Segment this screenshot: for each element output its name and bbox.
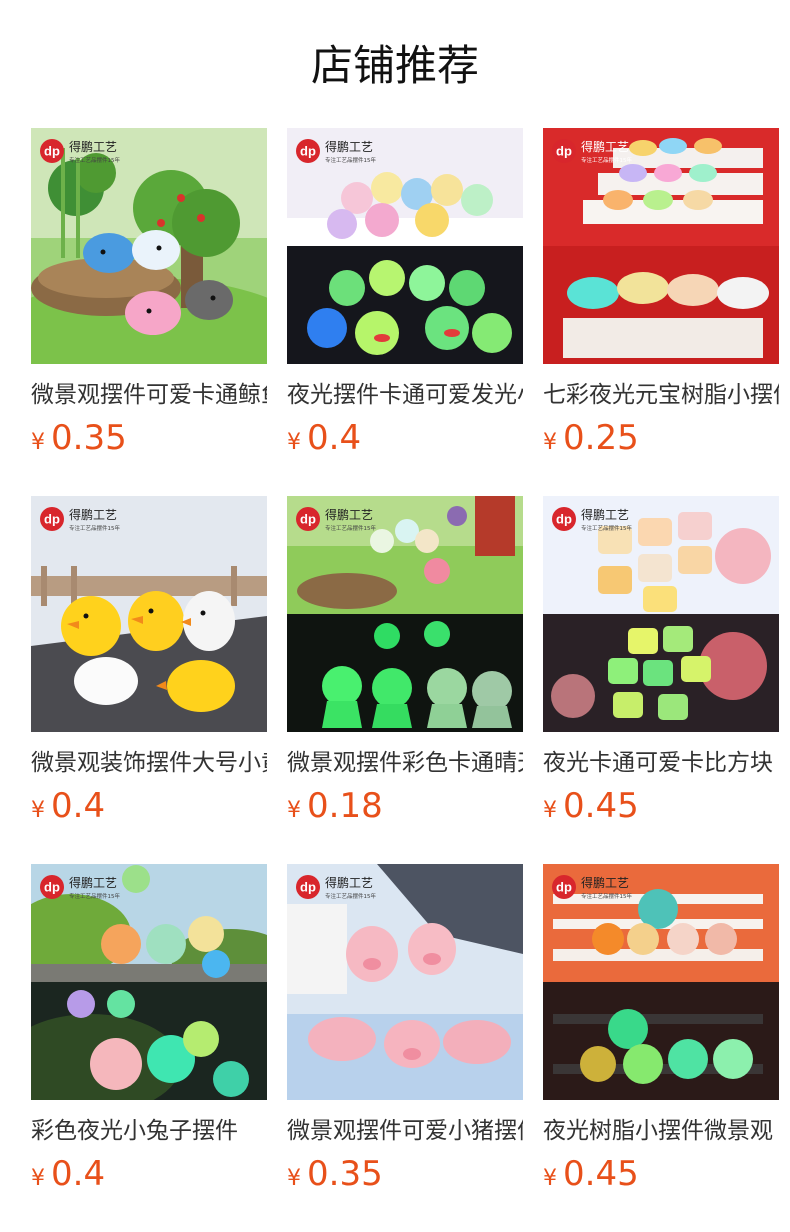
product-name[interactable]: 夜光卡通可爱卡比方块	[543, 748, 779, 778]
svg-text:dp: dp	[556, 512, 572, 527]
product-image[interactable]: dp 得鹏工艺 专注工艺品摆件15年	[287, 864, 523, 1100]
svg-text:专注工艺品摆件15年: 专注工艺品摆件15年	[581, 892, 632, 900]
currency-symbol: ¥	[287, 1166, 301, 1191]
currency-symbol: ¥	[287, 798, 301, 823]
product-price: ¥0.35	[31, 418, 127, 458]
product-price: ¥0.25	[543, 418, 639, 458]
price-value: 0.4	[307, 418, 362, 458]
product-name[interactable]: 七彩夜光元宝树脂小摆件	[543, 380, 779, 410]
currency-symbol: ¥	[31, 798, 45, 823]
svg-text:dp: dp	[44, 880, 60, 895]
product-image[interactable]: dp 得鹏工艺 专注工艺品摆件15年	[31, 864, 267, 1100]
currency-symbol: ¥	[543, 430, 557, 455]
svg-text:专注工艺品摆件15年: 专注工艺品摆件15年	[325, 156, 376, 164]
brand-logo: dp 得鹏工艺 专注工艺品摆件15年	[295, 872, 415, 902]
svg-text:dp: dp	[44, 512, 60, 527]
product-image[interactable]: dp 得鹏工艺 专注工艺品摆件15年	[543, 128, 779, 364]
currency-symbol: ¥	[31, 1166, 45, 1191]
currency-symbol: ¥	[31, 430, 45, 455]
product-card[interactable]: dp 得鹏工艺 专注工艺品摆件15年 彩色夜光小兔子摆件 ¥0.4	[31, 864, 267, 1194]
brand-logo: dp 得鹏工艺 专注工艺品摆件15年	[551, 136, 671, 166]
currency-symbol: ¥	[543, 798, 557, 823]
brand-logo: dp 得鹏工艺 专注工艺品摆件15年	[295, 504, 415, 534]
brand-logo: dp 得鹏工艺 专注工艺品摆件15年	[39, 872, 159, 902]
product-name[interactable]: 微景观摆件可爱小猪摆件	[287, 1116, 523, 1146]
svg-text:专注工艺品摆件15年: 专注工艺品摆件15年	[69, 524, 120, 532]
svg-text:dp: dp	[44, 144, 60, 159]
price-value: 0.25	[563, 418, 639, 458]
price-value: 0.18	[307, 786, 383, 826]
brand-logo: dp 得鹏工艺 专注工艺品摆件15年	[551, 872, 671, 902]
svg-text:专注工艺品摆件15年: 专注工艺品摆件15年	[325, 524, 376, 532]
svg-text:专注工艺品摆件15年: 专注工艺品摆件15年	[69, 892, 120, 900]
svg-text:得鹏工艺: 得鹏工艺	[325, 875, 373, 890]
product-price: ¥0.4	[31, 1154, 105, 1194]
svg-text:dp: dp	[300, 512, 316, 527]
product-card[interactable]: dp 得鹏工艺 专注工艺品摆件15年 微景观摆件可爱小猪摆件 ¥0.35	[287, 864, 523, 1194]
svg-text:dp: dp	[556, 144, 572, 159]
product-image[interactable]: dp 得鹏工艺 专注工艺品摆件15年	[287, 128, 523, 364]
svg-text:dp: dp	[556, 880, 572, 895]
product-card[interactable]: dp 得鹏工艺 专注工艺品摆件15年 七彩夜光元宝树脂小摆件 ¥0.25	[543, 128, 779, 458]
svg-text:得鹏工艺: 得鹏工艺	[69, 875, 117, 890]
product-name[interactable]: 彩色夜光小兔子摆件	[31, 1116, 267, 1146]
product-name[interactable]: 夜光摆件卡通可爱发光小鸭	[287, 380, 523, 410]
price-value: 0.35	[51, 418, 127, 458]
svg-text:得鹏工艺: 得鹏工艺	[69, 139, 117, 154]
svg-text:专注工艺品摆件15年: 专注工艺品摆件15年	[69, 156, 120, 164]
svg-text:专注工艺品摆件15年: 专注工艺品摆件15年	[581, 524, 632, 532]
product-card[interactable]: dp 得鹏工艺 专注工艺品摆件15年 微景观摆件可爱卡通鲸鱼 ¥0.35	[31, 128, 267, 458]
svg-text:得鹏工艺: 得鹏工艺	[69, 507, 117, 522]
product-image[interactable]: dp 得鹏工艺 专注工艺品摆件15年	[287, 496, 523, 732]
product-card[interactable]: dp 得鹏工艺 专注工艺品摆件15年 微景观装饰摆件大号小黄鸭 ¥0.4	[31, 496, 267, 826]
product-price: ¥0.18	[287, 786, 383, 826]
product-card[interactable]: dp 得鹏工艺 专注工艺品摆件15年 夜光摆件卡通可爱发光小鸭 ¥0.4	[287, 128, 523, 458]
svg-text:得鹏工艺: 得鹏工艺	[581, 139, 629, 154]
price-value: 0.4	[51, 786, 106, 826]
product-card[interactable]: dp 得鹏工艺 专注工艺品摆件15年 微景观摆件彩色卡通晴天娃娃 ¥0.18	[287, 496, 523, 826]
brand-logo: dp 得鹏工艺 专注工艺品摆件15年	[551, 504, 671, 534]
product-price: ¥0.45	[543, 786, 639, 826]
product-image[interactable]: dp 得鹏工艺 专注工艺品摆件15年	[543, 496, 779, 732]
product-name[interactable]: 夜光树脂小摆件微景观	[543, 1116, 779, 1146]
currency-symbol: ¥	[287, 430, 301, 455]
svg-text:专注工艺品摆件15年: 专注工艺品摆件15年	[325, 892, 376, 900]
svg-text:得鹏工艺: 得鹏工艺	[325, 139, 373, 154]
product-name[interactable]: 微景观摆件彩色卡通晴天娃娃	[287, 748, 523, 778]
svg-text:得鹏工艺: 得鹏工艺	[581, 507, 629, 522]
product-name[interactable]: 微景观摆件可爱卡通鲸鱼	[31, 380, 267, 410]
product-price: ¥0.4	[287, 418, 361, 458]
product-price: ¥0.4	[31, 786, 105, 826]
brand-logo: dp 得鹏工艺 专注工艺品摆件15年	[39, 136, 159, 166]
price-value: 0.35	[307, 1154, 383, 1194]
product-image[interactable]: dp 得鹏工艺 专注工艺品摆件15年	[31, 496, 267, 732]
svg-text:专注工艺品摆件15年: 专注工艺品摆件15年	[581, 156, 632, 164]
product-price: ¥0.45	[543, 1154, 639, 1194]
product-name[interactable]: 微景观装饰摆件大号小黄鸭	[31, 748, 267, 778]
product-image[interactable]: dp 得鹏工艺 专注工艺品摆件15年	[543, 864, 779, 1100]
product-price: ¥0.35	[287, 1154, 383, 1194]
product-card[interactable]: dp 得鹏工艺 专注工艺品摆件15年 夜光树脂小摆件微景观 ¥0.45	[543, 864, 779, 1194]
product-image[interactable]: dp 得鹏工艺 专注工艺品摆件15年	[31, 128, 267, 364]
page-title: 店铺推荐	[310, 41, 479, 90]
currency-symbol: ¥	[543, 1166, 557, 1191]
price-value: 0.4	[51, 1154, 106, 1194]
svg-text:得鹏工艺: 得鹏工艺	[581, 875, 629, 890]
svg-text:dp: dp	[300, 880, 316, 895]
price-value: 0.45	[563, 786, 639, 826]
svg-text:dp: dp	[300, 144, 316, 159]
brand-logo: dp 得鹏工艺 专注工艺品摆件15年	[295, 136, 415, 166]
brand-logo: dp 得鹏工艺 专注工艺品摆件15年	[39, 504, 159, 534]
product-card[interactable]: dp 得鹏工艺 专注工艺品摆件15年 夜光卡通可爱卡比方块 ¥0.45	[543, 496, 779, 826]
svg-text:得鹏工艺: 得鹏工艺	[325, 507, 373, 522]
price-value: 0.45	[563, 1154, 639, 1194]
